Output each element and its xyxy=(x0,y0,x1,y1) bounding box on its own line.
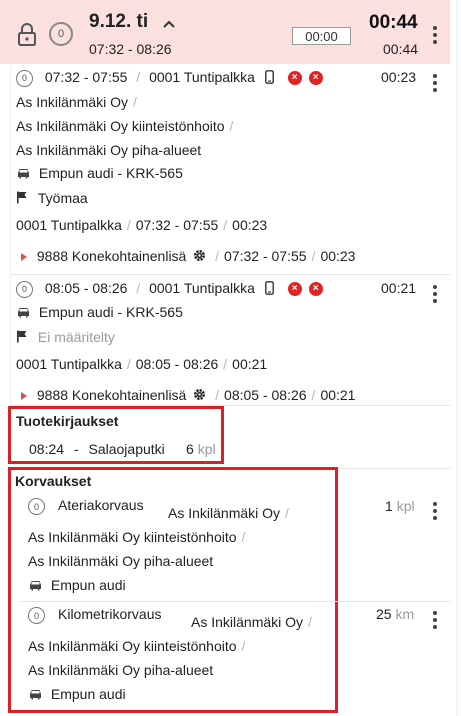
entry1-flag: Työmaa xyxy=(16,190,88,207)
entry2-badge: 0 xyxy=(16,280,33,298)
entry2-header-row: 0 08:05 - 08:26 / 0001 Tuntipalkka × × xyxy=(16,280,323,298)
comp1-line3: As Inkilänmäki Oy piha-alueet xyxy=(28,553,214,569)
car-icon xyxy=(16,166,31,182)
entry1-wage-row: 0001 Tuntipalkka/07:32 - 07:55/00:23 xyxy=(16,217,268,233)
comp1-line1: As Inkilänmäki Oy / xyxy=(168,505,289,521)
lock-icon[interactable] xyxy=(17,22,37,49)
flag-icon xyxy=(16,191,28,207)
header-badge: 0 xyxy=(49,22,73,46)
expand-triangle-icon[interactable] xyxy=(20,388,28,404)
comp2-qty: 25 km xyxy=(376,606,415,622)
gear-icon xyxy=(193,249,206,265)
comp2-line2: As Inkilänmäki Oy kiinteistönhoito / xyxy=(28,638,246,654)
entry1-more-icon[interactable] xyxy=(430,74,440,92)
product-qty: 6 kpl xyxy=(186,441,216,457)
compensations-title: Korvaukset xyxy=(15,473,92,489)
phone-icon xyxy=(264,280,274,298)
entry2-duration: 00:21 xyxy=(381,280,417,296)
product-row[interactable]: 08:24 - Salaojaputki xyxy=(29,441,165,457)
error-icon[interactable]: × xyxy=(308,282,323,297)
comp1-more-icon[interactable] xyxy=(430,502,440,520)
entry1-line3: As Inkilänmäki Oy piha-alueet xyxy=(16,142,202,158)
gear-icon xyxy=(193,388,206,404)
entry2-wage-row: 0001 Tuntipalkka/08:05 - 08:26/00:21 xyxy=(16,356,268,372)
entry1-badge: 0 xyxy=(16,69,33,87)
header-date: 9.12. ti xyxy=(89,11,149,32)
comp2-vehicle: Empun audi xyxy=(28,686,126,703)
header-total-small: 00:44 xyxy=(383,41,419,57)
entry1-time-range: 07:32 - 07:55 xyxy=(44,69,128,85)
entry1-header-row: 0 07:32 - 07:55 / 0001 Tuntipalkka × × xyxy=(16,69,323,87)
comp2-line1: As Inkilänmäki Oy / xyxy=(191,614,312,630)
header-time-range: 07:32 - 08:26 xyxy=(89,41,172,57)
entry1-line2: As Inkilänmäki Oy kiinteistönhoito / xyxy=(16,118,234,134)
flag-icon xyxy=(16,330,28,346)
entry1-vehicle: Empun audi - KRK-565 xyxy=(16,165,183,182)
entry1-line1: As Inkilänmäki Oy / xyxy=(16,94,137,110)
comp1-badge: 0 xyxy=(28,498,45,515)
entry2-sub-row[interactable]: 9888 Konekohtainenlisä /08:05 - 08:26/00… xyxy=(20,387,355,404)
header-more-icon[interactable] xyxy=(430,26,440,44)
comp2-badge: 0 xyxy=(28,607,45,624)
expand-triangle-icon[interactable] xyxy=(20,249,28,265)
entry1-sub-row[interactable]: 9888 Konekohtainenlisä /07:32 - 07:55/00… xyxy=(20,248,355,265)
entry2-more-icon[interactable] xyxy=(430,285,440,303)
car-icon xyxy=(16,305,31,321)
scrollbar[interactable] xyxy=(456,0,461,716)
error-icon[interactable]: × xyxy=(308,71,323,86)
timer-field[interactable]: 00:00 xyxy=(292,27,351,45)
header-total: 00:44 xyxy=(369,12,418,33)
chevron-up-icon[interactable] xyxy=(162,16,176,32)
separator: / xyxy=(136,69,141,85)
car-icon xyxy=(28,687,43,703)
comp1-line2: As Inkilänmäki Oy kiinteistönhoito / xyxy=(28,529,246,545)
error-icon[interactable]: × xyxy=(287,282,302,297)
entry2-vehicle: Empun audi - KRK-565 xyxy=(16,304,183,321)
error-icon[interactable]: × xyxy=(287,71,302,86)
comp1-name: Ateriakorvaus xyxy=(58,497,144,513)
comp1-qty: 1 kpl xyxy=(385,498,415,514)
comp1-vehicle: Empun audi xyxy=(28,577,126,594)
car-icon xyxy=(28,578,43,594)
comp2-name: Kilometrikorvaus xyxy=(58,606,162,622)
products-title: Tuotekirjaukset xyxy=(16,413,119,429)
entry2-flag: Ei määritelty xyxy=(16,329,115,346)
entry1-duration: 00:23 xyxy=(381,69,417,85)
entry1-code: 0001 Tuntipalkka xyxy=(149,69,255,85)
phone-icon xyxy=(264,69,274,87)
comp2-line3: As Inkilänmäki Oy piha-alueet xyxy=(28,662,214,678)
comp2-more-icon[interactable] xyxy=(430,611,440,629)
